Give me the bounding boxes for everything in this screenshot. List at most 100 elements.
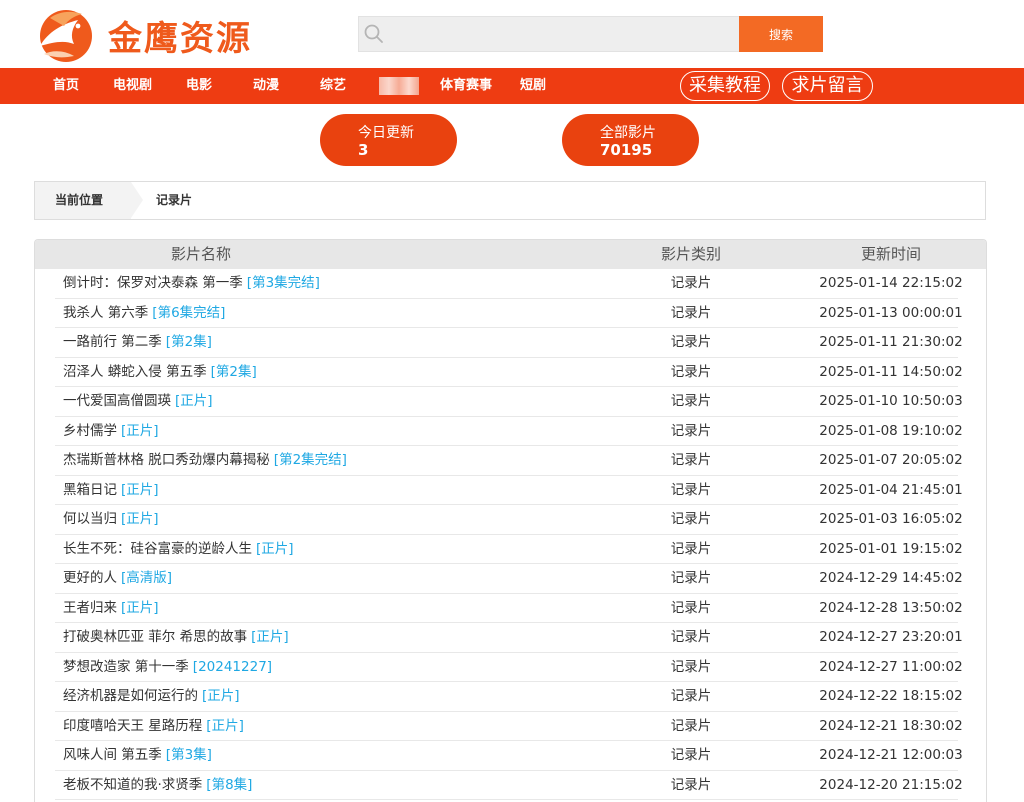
video-title-link[interactable]: 何以当归: [63, 511, 117, 527]
video-title-cell[interactable]: 何以当归 [正片]: [63, 505, 159, 534]
nav-item-blurred[interactable]: [379, 77, 419, 95]
video-title-link[interactable]: 倒计时：保罗对决泰森 第一季: [63, 275, 243, 291]
episode-status-tag: [正片]: [121, 599, 159, 616]
video-type-cell: 记录片: [670, 304, 712, 321]
video-title-link[interactable]: 梦想改造家 第十一季: [63, 659, 189, 675]
episode-status-tag: [第2集]: [165, 334, 212, 350]
search-input[interactable]: [389, 17, 737, 51]
video-title-cell[interactable]: 印度嘻哈天王 星路历程 [正片]: [63, 712, 244, 741]
episode-status-tag: [正片]: [202, 688, 240, 704]
today-updates-value: 3: [358, 141, 369, 159]
episode-status-tag: [高清版]: [121, 570, 173, 586]
table-row[interactable]: 一代爱国高僧圆瑛 [正片] 记录片 2025-01-10 10:50:03: [35, 387, 986, 417]
video-title-link[interactable]: 一路前行 第二季: [63, 334, 162, 350]
table-row[interactable]: 王者归来 [正片] 记录片 2024-12-28 13:50:02: [35, 594, 986, 623]
table-row[interactable]: 沼泽人 蟒蛇入侵 第五季 [第2集] 记录片 2025-01-11 14:50:02: [35, 358, 986, 387]
video-type-cell: 记录片: [670, 481, 712, 498]
video-title-link[interactable]: 风味人间 第五季: [63, 747, 162, 763]
update-time-cell: 2025-01-07 20:05:02: [819, 452, 963, 468]
video-type-cell: 记录片: [670, 688, 712, 704]
video-list-table: 影片名称 影片类别 更新时间 倒计时：保罗对决泰森 第一季 [第3集完结] 记录片 2…: [34, 239, 987, 802]
video-title-cell[interactable]: 沼泽人 蟒蛇入侵 第五季 [第2集]: [63, 358, 257, 387]
update-time-cell: 2024-12-21 12:00:03: [819, 747, 963, 763]
table-row[interactable]: 何以当归 [正片] 记录片 2025-01-03 16:05:02: [35, 505, 986, 535]
table-row[interactable]: 印度嘻哈天王 星路历程 [正片] 记录片 2024-12-21 18:30:02: [35, 712, 986, 741]
table-row[interactable]: 黑箱日记 [正片] 记录片 2025-01-04 21:45:01: [35, 476, 986, 505]
video-title-cell[interactable]: 更好的人 [高清版]: [63, 564, 172, 593]
video-title-cell[interactable]: 倒计时：保罗对决泰森 第一季 [第3集完结]: [63, 269, 320, 298]
video-title-link[interactable]: 黑箱日记: [63, 482, 117, 498]
nav-item-short-drama[interactable]: 短剧: [520, 68, 546, 104]
breadcrumb-current[interactable]: 记录片: [156, 182, 192, 219]
update-time-cell: 2025-01-08 19:10:02: [819, 422, 963, 439]
collect-tutorial-button[interactable]: 采集教程: [680, 71, 770, 101]
video-title-link[interactable]: 一代爱国高僧圆瑛: [63, 393, 171, 409]
episode-status-tag: [正片]: [175, 393, 213, 409]
update-time-cell: 2025-01-03 16:05:02: [819, 511, 963, 527]
table-row[interactable]: 老板不知道的我·求贤季 [第8集] 记录片 2024-12-20 21:15:02: [35, 771, 986, 800]
episode-status-tag: [第6集完结]: [152, 304, 226, 321]
update-time-cell: 2025-01-10 10:50:03: [819, 393, 963, 409]
search-button[interactable]: 搜索: [739, 16, 823, 52]
video-title-link[interactable]: 更好的人: [63, 570, 117, 586]
video-title-cell[interactable]: 梦想改造家 第十一季 [20241227]: [63, 653, 272, 682]
table-row[interactable]: 经济机器是如何运行的 [正片] 记录片 2024-12-22 18:15:02: [35, 682, 986, 712]
update-time-cell: 2024-12-28 13:50:02: [819, 599, 963, 616]
video-title-link[interactable]: 我杀人 第六季: [63, 305, 148, 321]
episode-status-tag: [正片]: [206, 717, 244, 734]
video-title-link[interactable]: 长生不死：硅谷富豪的逆龄人生: [63, 541, 252, 557]
video-title-link[interactable]: 经济机器是如何运行的: [63, 688, 198, 704]
main-nav: 首页 电视剧 电影 动漫 综艺 体育赛事 短剧 采集教程 求片留言: [0, 68, 1024, 104]
table-row[interactable]: 杰瑞斯普林格 脱口秀劲爆内幕揭秘 [第2集完结] 记录片 2025-01-07 20:…: [35, 446, 986, 476]
nav-item-home[interactable]: 首页: [53, 68, 79, 104]
video-title-cell[interactable]: 一代爱国高僧圆瑛 [正片]: [63, 387, 213, 416]
video-title-link[interactable]: 老板不知道的我·求贤季: [63, 777, 202, 793]
video-title-link[interactable]: 乡村儒学: [63, 423, 117, 439]
site-name: 金鹰资源: [108, 18, 252, 59]
table-row[interactable]: 我杀人 第六季 [第6集完结] 记录片 2025-01-13 00:00:01: [35, 299, 986, 328]
update-time-cell: 2024-12-22 18:15:02: [819, 688, 963, 704]
update-time-cell: 2024-12-21 18:30:02: [819, 717, 963, 734]
update-time-cell: 2025-01-01 19:15:02: [819, 540, 963, 557]
nav-item-variety[interactable]: 综艺: [320, 68, 346, 104]
video-title-link[interactable]: 王者归来: [63, 600, 117, 616]
video-title-link[interactable]: 沼泽人 蟒蛇入侵 第五季: [63, 364, 207, 380]
video-title-link[interactable]: 印度嘻哈天王 星路历程: [63, 718, 202, 734]
video-title-cell[interactable]: 风味人间 第五季 [第3集]: [63, 741, 212, 770]
episode-status-tag: [正片]: [256, 540, 294, 557]
video-title-link[interactable]: 杰瑞斯普林格 脱口秀劲爆内幕揭秘: [63, 452, 270, 468]
today-updates-badge: 今日更新 3: [320, 114, 457, 166]
site-logo[interactable]: 金鹰资源: [34, 6, 274, 64]
request-message-button[interactable]: 求片留言: [782, 71, 873, 101]
video-title-cell[interactable]: 经济机器是如何运行的 [正片]: [63, 682, 240, 711]
nav-item-anime[interactable]: 动漫: [253, 68, 279, 104]
video-title-cell[interactable]: 乡村儒学 [正片]: [63, 417, 159, 446]
video-title-cell[interactable]: 打破奥林匹亚 菲尔 希思的故事 [正片]: [63, 623, 289, 652]
video-title-cell[interactable]: 我杀人 第六季 [第6集完结]: [63, 299, 225, 328]
table-header: 影片名称 影片类别 更新时间: [35, 240, 986, 269]
table-row[interactable]: 梦想改造家 第十一季 [20241227] 记录片 2024-12-27 11:00:…: [35, 653, 986, 682]
video-type-cell: 记录片: [670, 275, 712, 291]
table-row[interactable]: 倒计时：保罗对决泰森 第一季 [第3集完结] 记录片 2025-01-14 22:15…: [35, 269, 986, 299]
video-title-cell[interactable]: 一路前行 第二季 [第2集]: [63, 328, 212, 357]
nav-item-movies[interactable]: 电影: [186, 68, 212, 104]
table-row[interactable]: 风味人间 第五季 [第3集] 记录片 2024-12-21 12:00:03: [35, 741, 986, 771]
table-row[interactable]: 一路前行 第二季 [第2集] 记录片 2025-01-11 21:30:02: [35, 328, 986, 358]
video-title-link[interactable]: 打破奥林匹亚 菲尔 希思的故事: [63, 629, 247, 645]
video-type-cell: 记录片: [670, 776, 712, 793]
nav-item-sports[interactable]: 体育赛事: [440, 68, 492, 104]
table-row[interactable]: 打破奥林匹亚 菲尔 希思的故事 [正片] 记录片 2024-12-27 23:20:0…: [35, 623, 986, 653]
column-header-type: 影片类别: [660, 245, 721, 263]
table-row[interactable]: 更好的人 [高清版] 记录片 2024-12-29 14:45:02: [35, 564, 986, 594]
nav-item-tv-series[interactable]: 电视剧: [113, 68, 152, 104]
video-title-cell[interactable]: 老板不知道的我·求贤季 [第8集]: [63, 771, 252, 800]
video-type-cell: 记录片: [670, 717, 712, 734]
table-row[interactable]: 长生不死：硅谷富豪的逆龄人生 [正片] 记录片 2025-01-01 19:15:02: [35, 535, 986, 564]
video-title-cell[interactable]: 杰瑞斯普林格 脱口秀劲爆内幕揭秘 [第2集完结]: [63, 446, 347, 475]
table-row[interactable]: 乡村儒学 [正片] 记录片 2025-01-08 19:10:02: [35, 417, 986, 446]
update-time-cell: 2024-12-20 21:15:02: [819, 776, 963, 793]
episode-status-tag: [正片]: [121, 481, 159, 498]
video-title-cell[interactable]: 王者归来 [正片]: [63, 594, 159, 623]
video-title-cell[interactable]: 长生不死：硅谷富豪的逆龄人生 [正片]: [63, 535, 294, 564]
video-title-cell[interactable]: 黑箱日记 [正片]: [63, 476, 159, 505]
